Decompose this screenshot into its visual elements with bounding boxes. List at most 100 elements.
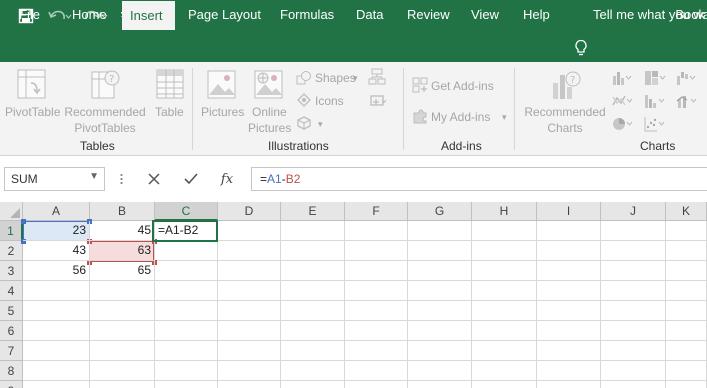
recommended-pivottables-icon[interactable]: ? (91, 69, 121, 104)
cell-f9[interactable] (345, 381, 408, 388)
cell-b2[interactable]: 63 (90, 241, 155, 261)
shapes-dropdown-icon[interactable]: ▾ (353, 70, 358, 86)
cell-a8[interactable] (23, 361, 90, 381)
cell-c9[interactable] (155, 381, 218, 388)
tab-home[interactable]: Home (72, 0, 107, 30)
cell-f1[interactable] (345, 221, 408, 241)
cell-e1[interactable] (281, 221, 345, 241)
cell-e3[interactable] (281, 261, 345, 281)
screenshot-icon[interactable] (368, 93, 388, 112)
smartart-icon[interactable] (368, 68, 386, 89)
cell-g9[interactable] (408, 381, 472, 388)
cell-g4[interactable] (408, 281, 472, 301)
pictures-label[interactable]: Pictures (201, 104, 244, 120)
cell-c6[interactable] (155, 321, 218, 341)
tab-page-layout[interactable]: Page Layout (188, 0, 261, 30)
row-header-3[interactable]: 3 (0, 261, 23, 281)
cell-j8[interactable] (601, 361, 666, 381)
column-header-k[interactable]: K (666, 202, 707, 221)
cell-a4[interactable] (23, 281, 90, 301)
cell-j7[interactable] (601, 341, 666, 361)
column-header-i[interactable]: I (537, 202, 601, 221)
enter-button[interactable] (176, 167, 206, 191)
cell-k4[interactable] (666, 281, 707, 301)
get-addins-icon[interactable] (412, 77, 428, 96)
cell-e5[interactable] (281, 301, 345, 321)
cell-g2[interactable] (408, 241, 472, 261)
cell-a1[interactable]: 23 (23, 221, 90, 241)
column-chart-icon[interactable] (612, 70, 634, 89)
cell-a3[interactable]: 56 (23, 261, 90, 281)
cell-d6[interactable] (218, 321, 281, 341)
scatter-chart-icon[interactable] (644, 116, 666, 135)
column-header-j[interactable]: J (601, 202, 666, 221)
cell-h7[interactable] (472, 341, 537, 361)
column-header-b[interactable]: B (90, 202, 155, 221)
cell-d8[interactable] (218, 361, 281, 381)
column-header-e[interactable]: E (281, 202, 345, 221)
cell-k5[interactable] (666, 301, 707, 321)
recommended-charts-label-1[interactable]: Recommended (522, 104, 608, 120)
tab-formulas[interactable]: Formulas (280, 0, 334, 30)
cell-i7[interactable] (537, 341, 601, 361)
cell-b7[interactable] (90, 341, 155, 361)
undo-icon[interactable] (46, 0, 74, 32)
icons-icon[interactable] (297, 93, 311, 110)
cell-k7[interactable] (666, 341, 707, 361)
cell-b5[interactable] (90, 301, 155, 321)
cell-f6[interactable] (345, 321, 408, 341)
row-header-6[interactable]: 6 (0, 321, 23, 341)
cell-f7[interactable] (345, 341, 408, 361)
cell-d4[interactable] (218, 281, 281, 301)
cell-d1[interactable] (218, 221, 281, 241)
row-header-1[interactable]: 1 (0, 221, 23, 241)
3d-models-dropdown-icon[interactable]: ▾ (318, 116, 323, 132)
shapes-icon[interactable] (296, 70, 312, 89)
cell-k9[interactable] (666, 381, 707, 388)
pictures-icon[interactable] (207, 69, 237, 104)
online-pictures-label-1[interactable]: Online (252, 104, 287, 120)
cell-c5[interactable] (155, 301, 218, 321)
cell-h3[interactable] (472, 261, 537, 281)
cell-i4[interactable] (537, 281, 601, 301)
cell-e2[interactable] (281, 241, 345, 261)
pivottable-label[interactable]: PivotTable (5, 104, 60, 120)
row-header-8[interactable]: 8 (0, 361, 23, 381)
my-addins-dropdown-icon[interactable]: ▾ (502, 109, 507, 125)
cell-i1[interactable] (537, 221, 601, 241)
cell-a7[interactable] (23, 341, 90, 361)
cell-j6[interactable] (601, 321, 666, 341)
cell-i2[interactable] (537, 241, 601, 261)
tab-review[interactable]: Review (407, 0, 450, 30)
cell-a5[interactable] (23, 301, 90, 321)
cell-i5[interactable] (537, 301, 601, 321)
tell-me-search[interactable]: Tell me what you wan (593, 0, 707, 30)
row-header-2[interactable]: 2 (0, 241, 23, 261)
column-header-c[interactable]: C (155, 202, 218, 221)
cell-b3[interactable]: 65 (90, 261, 155, 281)
cell-c3[interactable] (155, 261, 218, 281)
cell-e6[interactable] (281, 321, 345, 341)
cell-d5[interactable] (218, 301, 281, 321)
cell-h1[interactable] (472, 221, 537, 241)
cancel-button[interactable] (139, 167, 169, 191)
cell-k3[interactable] (666, 261, 707, 281)
pivottable-icon[interactable] (17, 69, 47, 104)
tab-help[interactable]: Help (523, 0, 550, 30)
row-header-9[interactable]: 9 (0, 381, 23, 388)
cell-a2[interactable]: 43 (23, 241, 90, 261)
formula-input[interactable]: =A1-B2 (251, 167, 707, 191)
tab-file[interactable]: File (19, 0, 40, 30)
cell-i9[interactable] (537, 381, 601, 388)
column-header-d[interactable]: D (218, 202, 281, 221)
cell-g3[interactable] (408, 261, 472, 281)
name-box[interactable]: SUM ▼ (4, 167, 105, 191)
cell-f4[interactable] (345, 281, 408, 301)
tab-data[interactable]: Data (356, 0, 383, 30)
cell-c4[interactable] (155, 281, 218, 301)
cell-b8[interactable] (90, 361, 155, 381)
cell-j5[interactable] (601, 301, 666, 321)
cell-j4[interactable] (601, 281, 666, 301)
cell-h8[interactable] (472, 361, 537, 381)
cell-j9[interactable] (601, 381, 666, 388)
